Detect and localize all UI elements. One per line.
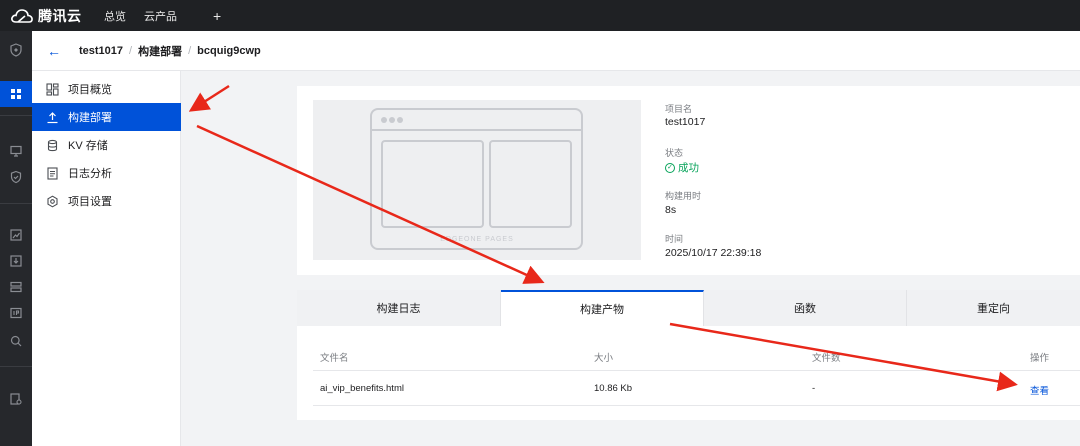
cell-filename: ai_vip_benefits.html <box>320 383 404 394</box>
settings-icon <box>46 195 59 208</box>
browser-placeholder-icon: EDGEONE PAGES <box>370 108 583 250</box>
grid-icon <box>11 89 21 99</box>
column-header-file-count: 文件数 <box>812 353 841 364</box>
thumbnail-watermark: EDGEONE PAGES <box>440 236 514 243</box>
cloud-logo-icon <box>11 8 33 23</box>
shield-logo-icon <box>10 43 22 57</box>
rail-divider <box>0 115 32 116</box>
log-icon <box>46 166 59 180</box>
menu-item-label: 项目概览 <box>68 84 112 96</box>
ip-icon <box>10 307 22 319</box>
menu-item-project-settings[interactable]: 项目设置 <box>32 187 181 215</box>
status-value: 成功 <box>678 162 699 174</box>
rail-settings[interactable] <box>0 386 32 412</box>
rail-pages[interactable] <box>0 81 32 107</box>
rail-analytics[interactable] <box>0 222 32 248</box>
status-badge: ✓ 成功 <box>665 160 699 175</box>
breadcrumb-deployment-id: bcquig9cwp <box>197 44 261 57</box>
rail-download[interactable] <box>0 248 32 274</box>
layers-icon <box>10 281 22 293</box>
upload-icon <box>46 111 59 124</box>
column-header-actions: 操作 <box>1030 353 1050 364</box>
rail-edgeone-logo[interactable] <box>0 37 32 63</box>
menu-item-label: 日志分析 <box>68 168 112 180</box>
menu-item-log-analysis[interactable]: 日志分析 <box>32 159 181 187</box>
build-time-value: 8s <box>665 204 677 216</box>
menu-item-overview[interactable]: 项目概览 <box>32 75 181 103</box>
project-name-label: 项目名 <box>665 104 693 114</box>
menu-item-label: 项目设置 <box>68 196 112 208</box>
artifacts-table: 文件名 大小 文件数 操作 ai_vip_benefits.html 10.86… <box>297 326 1080 420</box>
view-link[interactable]: 查看 <box>1030 383 1049 397</box>
project-name-value: test1017 <box>665 116 706 128</box>
monitor-icon <box>10 145 22 157</box>
menu-item-kv-storage[interactable]: KV 存储 <box>32 131 181 159</box>
nav-cloud-products[interactable]: 云产品 <box>144 8 177 24</box>
product-rail <box>0 31 32 446</box>
rail-divider <box>0 366 32 367</box>
column-header-size: 大小 <box>594 353 614 364</box>
top-bar: 腾讯云 总览 云产品 + <box>0 0 1080 31</box>
chart-icon <box>10 229 22 241</box>
row-divider <box>313 405 1080 406</box>
site-preview-thumbnail: EDGEONE PAGES <box>313 100 641 260</box>
rail-layers[interactable] <box>0 274 32 300</box>
cell-size: 10.86 Kb <box>594 383 633 394</box>
build-time-label: 构建用时 <box>665 191 702 201</box>
shield-check-icon <box>10 170 22 184</box>
status-label: 状态 <box>665 148 684 158</box>
search-icon <box>10 335 22 347</box>
time-label: 时间 <box>665 234 684 244</box>
menu-item-label: KV 存储 <box>68 140 108 152</box>
brand-name: 腾讯云 <box>38 7 82 24</box>
nav-overview[interactable]: 总览 <box>104 8 126 24</box>
rail-divider <box>0 203 32 204</box>
menu-item-build-deploy[interactable]: 构建部署 <box>32 103 181 131</box>
project-side-menu: 项目概览 构建部署 KV 存储 日志分析 项目设置 <box>32 71 181 446</box>
annotation-arrow <box>188 84 230 112</box>
rail-security[interactable] <box>0 164 32 190</box>
breadcrumb-build-deploy[interactable]: 构建部署 <box>138 43 182 59</box>
rail-ip[interactable] <box>0 300 32 326</box>
column-header-filename: 文件名 <box>320 353 349 364</box>
tab-build-artifacts[interactable]: 构建产物 <box>501 290 704 326</box>
brand[interactable]: 腾讯云 <box>0 0 96 31</box>
cell-file-count: - <box>812 383 816 394</box>
database-icon <box>46 139 59 152</box>
rail-monitor[interactable] <box>0 138 32 164</box>
rail-search[interactable] <box>0 328 32 354</box>
tab-build-log[interactable]: 构建日志 <box>297 290 501 326</box>
breadcrumb: ← test1017 / 构建部署 / bcquig9cwp <box>32 31 1080 71</box>
check-circle-icon: ✓ <box>665 162 675 173</box>
back-arrow-icon[interactable]: ← <box>47 43 61 59</box>
tab-functions[interactable]: 函数 <box>704 290 907 326</box>
breadcrumb-separator: / <box>129 44 133 57</box>
breadcrumb-project[interactable]: test1017 <box>79 45 123 57</box>
config-icon <box>10 393 22 405</box>
add-tab-button[interactable]: + <box>213 8 221 24</box>
header-divider <box>313 370 1080 371</box>
deployment-tabs: 构建日志 构建产物 函数 重定向 <box>297 290 1080 326</box>
menu-item-label: 构建部署 <box>68 112 112 124</box>
breadcrumb-separator: / <box>188 44 192 57</box>
download-icon <box>10 255 22 267</box>
overview-icon <box>46 82 59 96</box>
time-value: 2025/10/17 22:39:18 <box>665 247 762 259</box>
tab-redirects[interactable]: 重定向 <box>907 290 1080 326</box>
